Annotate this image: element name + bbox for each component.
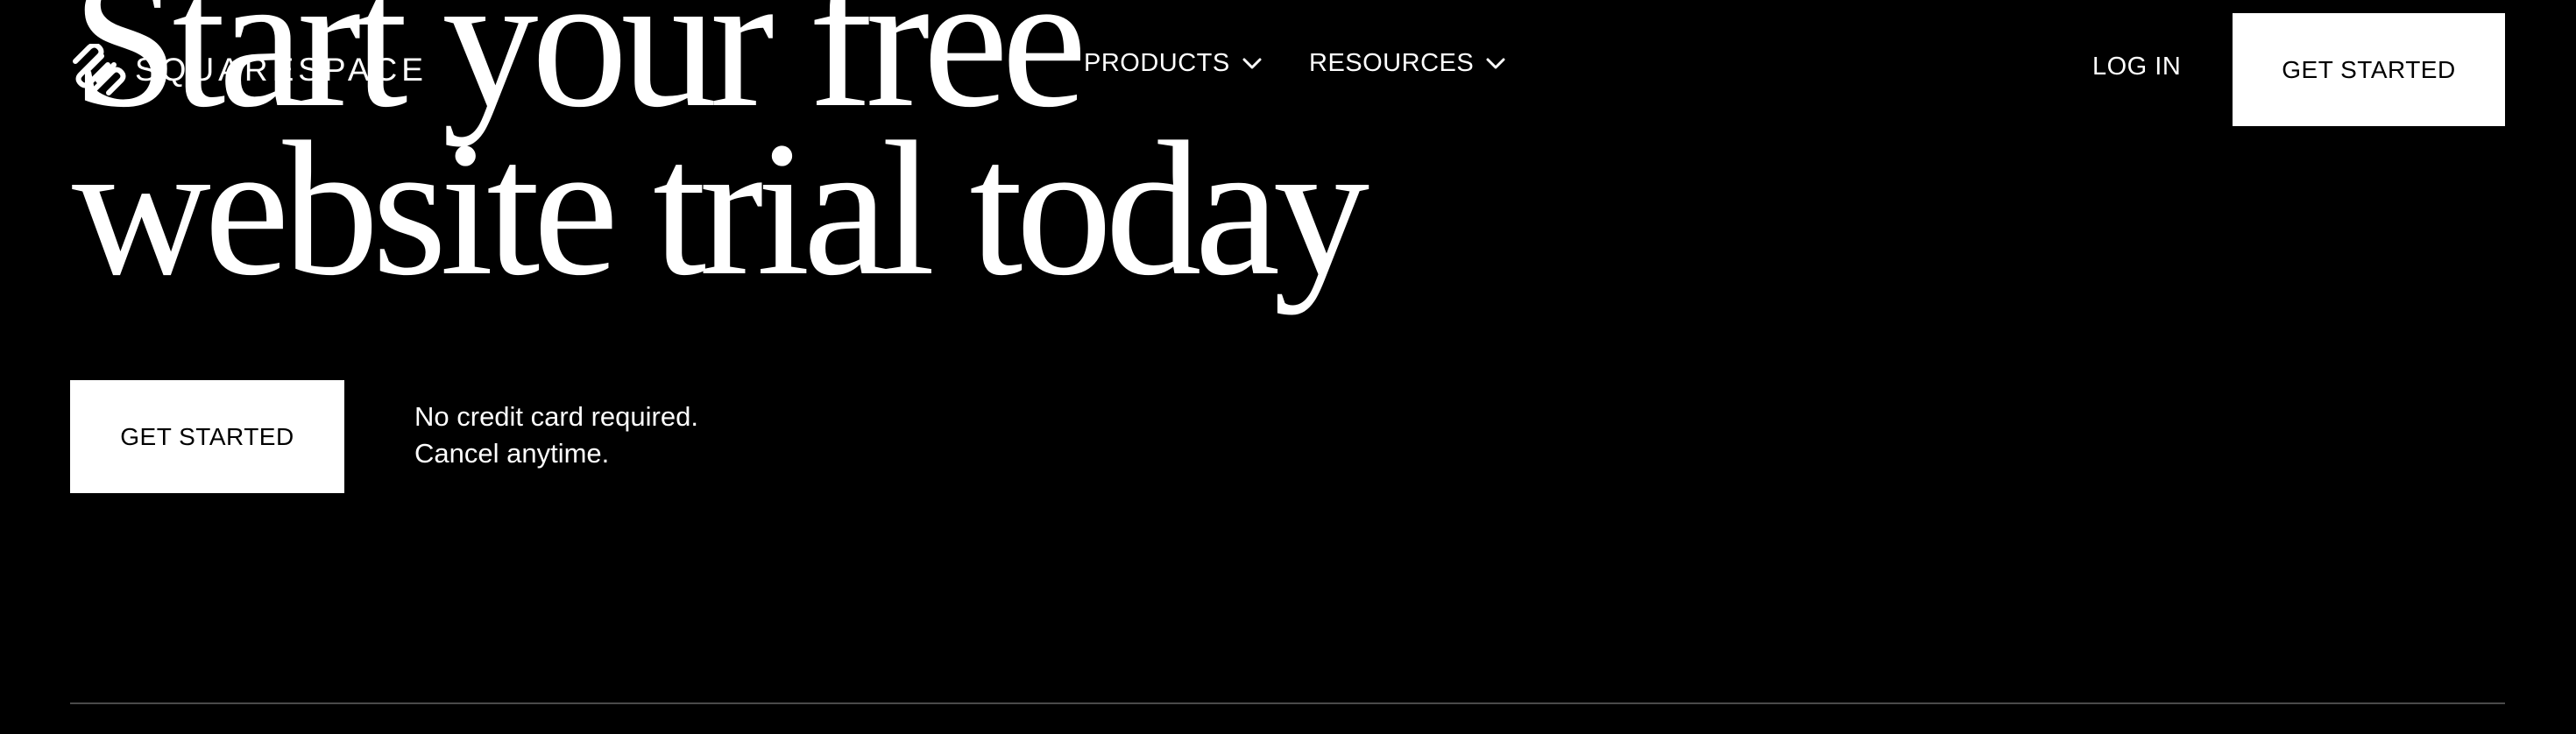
- login-link[interactable]: LOG IN: [2092, 53, 2181, 81]
- section-divider: [70, 702, 2505, 704]
- hero-note-line-1: No credit card required.: [414, 401, 698, 432]
- hero-note-line-2: Cancel anytime.: [414, 438, 610, 469]
- hero-title-line-2: website trial today: [72, 102, 1369, 315]
- resources-menu-label: RESOURCES: [1309, 49, 1475, 77]
- squarespace-logo-icon: [73, 44, 126, 95]
- resources-menu[interactable]: RESOURCES: [1309, 49, 1505, 78]
- products-menu[interactable]: PRODUCTS: [1084, 49, 1262, 78]
- hero-get-started-button[interactable]: GET STARTED: [70, 380, 344, 493]
- logo-wordmark: SQUARESPACE: [135, 52, 428, 88]
- hero-note: No credit card required. Cancel anytime.: [414, 399, 698, 472]
- top-navigation: SQUARESPACE PRODUCTS RESOURCES LOG IN GE…: [0, 0, 2576, 140]
- chevron-down-icon: [1242, 58, 1262, 68]
- nav-get-started-button[interactable]: GET STARTED: [2233, 13, 2505, 126]
- products-menu-label: PRODUCTS: [1084, 49, 1230, 77]
- chevron-down-icon: [1486, 58, 1505, 68]
- logo-link[interactable]: SQUARESPACE: [70, 44, 428, 96]
